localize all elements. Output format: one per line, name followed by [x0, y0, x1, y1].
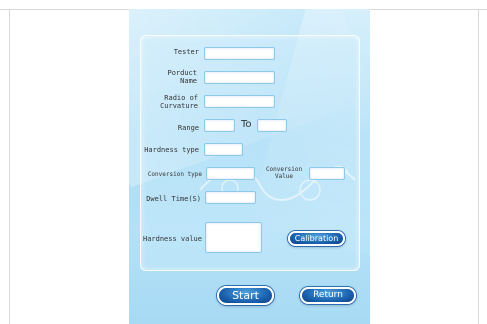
- return-button[interactable]: Return: [300, 287, 356, 304]
- hardness-value-label: Hardness value: [142, 235, 202, 243]
- radius-label: Radio of Curvature: [160, 94, 198, 110]
- conversion-type-field[interactable]: [206, 167, 255, 180]
- radius-field[interactable]: [204, 95, 275, 108]
- range-label: Range: [177, 124, 199, 132]
- hardness-type-label: Hardness type: [144, 146, 199, 154]
- range-to-field[interactable]: [257, 119, 287, 132]
- start-button[interactable]: Start: [217, 286, 274, 305]
- dwell-time-label: Dwell Time(S): [146, 195, 201, 203]
- hardness-type-field[interactable]: [204, 143, 243, 156]
- dwell-time-field[interactable]: [205, 191, 256, 204]
- range-from-field[interactable]: [204, 119, 235, 132]
- conversion-value-field[interactable]: [309, 167, 345, 180]
- hardness-value-field[interactable]: [205, 222, 262, 253]
- range-to-label: To: [241, 119, 252, 130]
- calibration-button[interactable]: Calibration: [288, 231, 345, 246]
- tester-label: Tester: [173, 48, 199, 56]
- right-divider: [478, 9, 479, 324]
- conversion-value-label: Conversion Value: [265, 166, 303, 180]
- conversion-type-label: Conversion type: [147, 171, 202, 178]
- product-name-label: Porduct Name: [167, 69, 197, 85]
- product-name-field[interactable]: [204, 71, 275, 84]
- tester-field[interactable]: [204, 47, 275, 60]
- left-divider: [9, 9, 10, 324]
